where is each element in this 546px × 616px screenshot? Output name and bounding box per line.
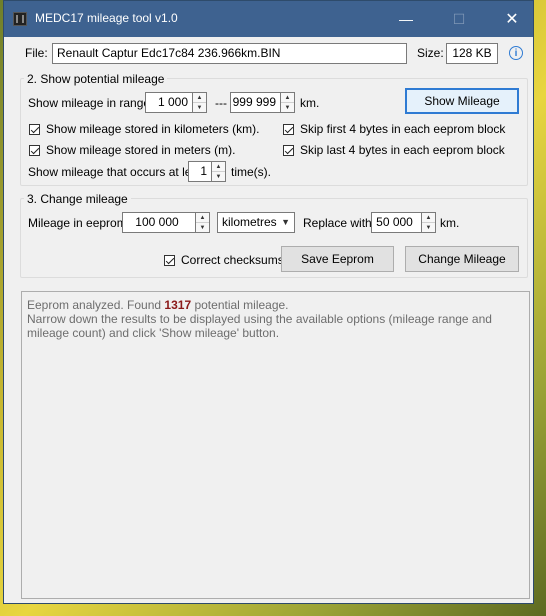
replace-value[interactable]: 50 000 (371, 212, 421, 233)
file-path-field[interactable]: Renault Captur Edc17c84 236.966km.BIN (52, 43, 407, 64)
size-field: 128 KB (446, 43, 498, 64)
range-to-spinner[interactable]: 999 999 ▲ ▼ (230, 92, 295, 113)
change-mileage-group-title: 3. Change mileage (24, 192, 131, 206)
maximize-button[interactable]: ☐ (436, 1, 482, 37)
checkbox-show-km[interactable]: Show mileage stored in kilometers (km). (29, 122, 259, 136)
checkbox-checked-icon[interactable] (164, 254, 175, 266)
show-mileage-button[interactable]: Show Mileage (405, 88, 519, 114)
range-from-spinner[interactable]: 1 000 ▲ ▼ (145, 92, 207, 113)
checkbox-correct-checksums-label: Correct checksums (181, 253, 284, 267)
size-label: Size: (417, 46, 444, 60)
range-separator: --- (215, 96, 227, 110)
app-window: MEDC17 mileage tool v1.0 — ☐ ✕ File: Ren… (3, 0, 534, 604)
log-line-1-prefix: Eeprom analyzed. Found (27, 298, 165, 312)
range-unit-label: km. (300, 96, 320, 110)
checkbox-checked-icon[interactable] (29, 123, 40, 135)
spin-down-icon[interactable]: ▼ (193, 103, 206, 112)
unit-select-value: kilometres (222, 215, 277, 229)
checkbox-checked-icon[interactable] (283, 123, 294, 135)
eeprom-mileage-spinner[interactable]: 100 000 ▲ ▼ (122, 212, 210, 233)
eeprom-mileage-label: Mileage in eeprom: (28, 216, 131, 230)
checkbox-correct-checksums[interactable]: Correct checksums (164, 253, 284, 267)
minimize-button[interactable]: — (383, 1, 429, 37)
log-line-2: Narrow down the results to be displayed … (27, 312, 492, 340)
eeprom-mileage-value[interactable]: 100 000 (122, 212, 195, 233)
log-line-1: Eeprom analyzed. Found 1317 potential mi… (27, 298, 524, 312)
checkbox-skip-last[interactable]: Skip last 4 bytes in each eeprom block (283, 143, 505, 157)
show-mileage-group-title: 2. Show potential mileage (24, 72, 168, 86)
spin-up-icon[interactable]: ▲ (193, 93, 206, 103)
info-icon[interactable]: i (509, 46, 523, 60)
window-title: MEDC17 mileage tool v1.0 (35, 11, 178, 25)
replace-spinner[interactable]: 50 000 ▲ ▼ (371, 212, 436, 233)
spin-down-icon[interactable]: ▼ (422, 223, 435, 232)
occurs-value[interactable]: 1 (188, 161, 211, 182)
occurs-spinner[interactable]: 1 ▲ ▼ (188, 161, 226, 182)
change-mileage-button[interactable]: Change Mileage (405, 246, 519, 272)
film-icon (13, 12, 27, 26)
checkbox-show-m[interactable]: Show mileage stored in meters (m). (29, 143, 235, 157)
range-label: Show mileage in range: (28, 96, 154, 110)
checkbox-show-m-label: Show mileage stored in meters (m). (46, 143, 236, 157)
chevron-down-icon[interactable]: ▼ (281, 217, 290, 227)
spin-up-icon[interactable]: ▲ (422, 213, 435, 223)
checkbox-checked-icon[interactable] (29, 144, 40, 156)
checkbox-show-km-label: Show mileage stored in kilometers (km). (46, 122, 260, 136)
potential-mileage-count: 1317 (164, 298, 192, 312)
range-from-value[interactable]: 1 000 (145, 92, 192, 113)
spin-down-icon[interactable]: ▼ (196, 223, 209, 232)
save-eeprom-button[interactable]: Save Eeprom (281, 246, 394, 272)
spin-down-icon[interactable]: ▼ (212, 172, 225, 181)
spin-down-icon[interactable]: ▼ (281, 103, 294, 112)
title-bar[interactable]: MEDC17 mileage tool v1.0 — ☐ ✕ (4, 1, 533, 37)
log-line-1-suffix: potential mileage. (191, 298, 289, 312)
close-button[interactable]: ✕ (489, 1, 535, 37)
checkbox-skip-last-label: Skip last 4 bytes in each eeprom block (300, 143, 505, 157)
status-log[interactable]: Eeprom analyzed. Found 1317 potential mi… (21, 291, 530, 599)
spin-up-icon[interactable]: ▲ (196, 213, 209, 223)
checkbox-skip-first-label: Skip first 4 bytes in each eeprom block (300, 122, 506, 136)
occurs-unit-label: time(s). (231, 165, 271, 179)
range-to-value[interactable]: 999 999 (230, 92, 280, 113)
spin-up-icon[interactable]: ▲ (212, 162, 225, 172)
file-label: File: (25, 46, 48, 60)
replace-label: Replace with (303, 216, 372, 230)
checkbox-skip-first[interactable]: Skip first 4 bytes in each eeprom block (283, 122, 505, 136)
spin-up-icon[interactable]: ▲ (281, 93, 294, 103)
checkbox-checked-icon[interactable] (283, 144, 294, 156)
occurs-label: Show mileage that occurs at least (28, 165, 208, 179)
replace-unit-label: km. (440, 216, 460, 230)
unit-select[interactable]: kilometres ▼ (217, 212, 295, 233)
